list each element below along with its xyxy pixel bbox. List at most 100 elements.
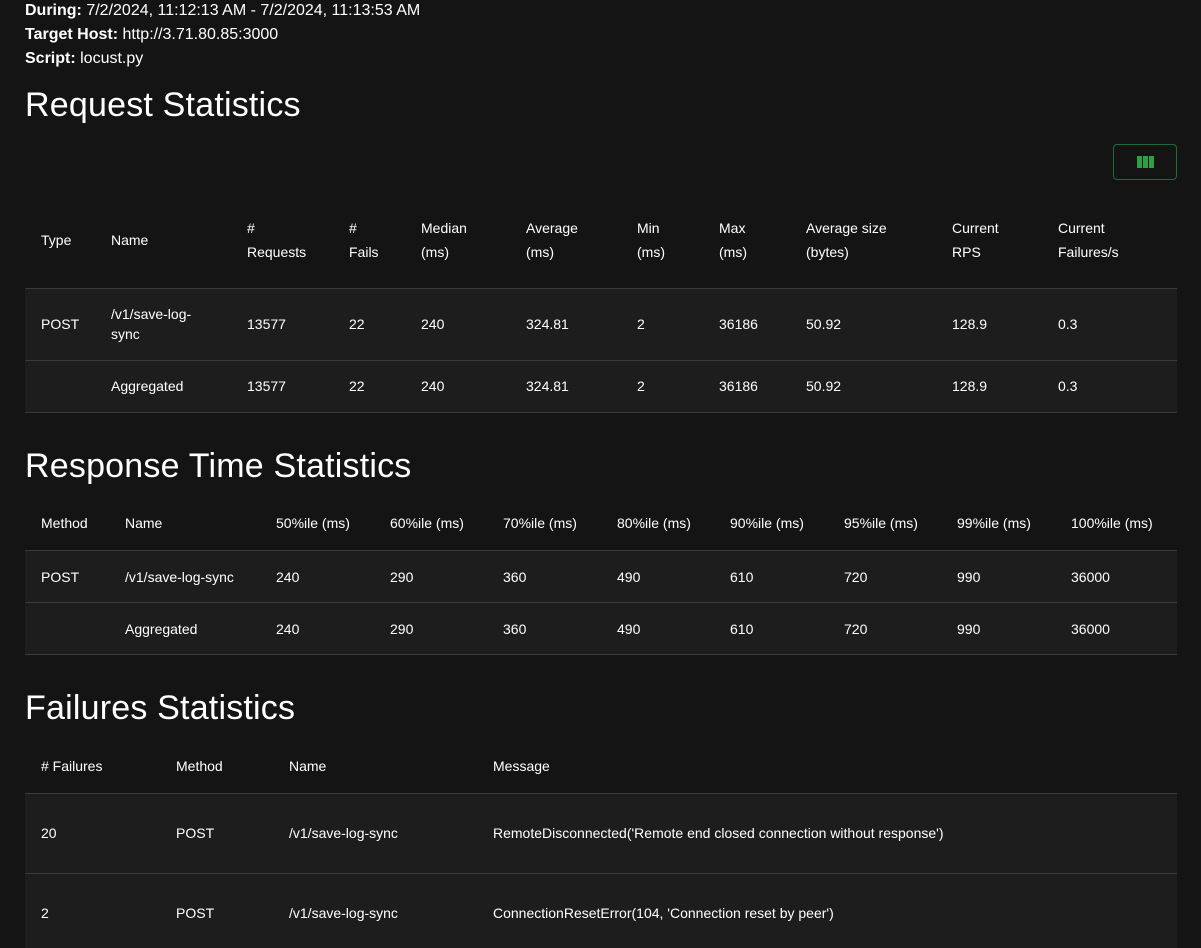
col-current-failures[interactable]: Current Failures/s	[1042, 192, 1177, 288]
cell-method: POST	[25, 550, 109, 603]
col-current-rps[interactable]: Current RPS	[936, 192, 1042, 288]
cell-current-rps: 128.9	[936, 287, 1042, 360]
table-header-row: # Failures Method Name Message	[25, 739, 1177, 793]
table-row-aggregated: Aggregated 13577 22 240 324.81 2 36186 5…	[25, 359, 1177, 413]
target-host-value: http://3.71.80.85:3000	[122, 26, 279, 43]
cell-p80: 490	[601, 550, 714, 603]
col-min[interactable]: Min (ms)	[621, 192, 703, 288]
failures-statistics-table: # Failures Method Name Message 20 POST /…	[25, 739, 1177, 948]
col-requests[interactable]: # Requests	[231, 192, 333, 288]
cell-requests: 13577	[231, 287, 333, 360]
script-label: Script:	[25, 50, 76, 67]
cell-failures: 2	[25, 872, 160, 948]
cell-current-failures: 0.3	[1042, 287, 1177, 360]
table-row-aggregated: Aggregated 240 290 360 490 610 720 990 3…	[25, 602, 1177, 655]
cell-p95: 720	[828, 602, 941, 655]
col-p99[interactable]: 99%ile (ms)	[941, 497, 1055, 551]
columns-icon	[1136, 156, 1154, 168]
cell-method: POST	[160, 872, 273, 948]
cell-failures: 20	[25, 792, 160, 873]
cell-requests: 13577	[231, 359, 333, 413]
cell-p50: 240	[260, 550, 374, 603]
cell-type: POST	[25, 287, 95, 360]
col-type[interactable]: Type	[25, 192, 95, 288]
col-p100[interactable]: 100%ile (ms)	[1055, 497, 1177, 551]
table-row: 20 POST /v1/save-log-sync RemoteDisconne…	[25, 792, 1177, 873]
col-p70[interactable]: 70%ile (ms)	[487, 497, 601, 551]
cell-method	[25, 602, 109, 655]
failures-statistics-title: Failures Statistics	[25, 689, 296, 727]
target-host-line: Target Host: http://3.71.80.85:3000	[25, 23, 1177, 47]
cell-average-size: 50.92	[790, 287, 936, 360]
table-header-row: Type Name # Requests # Fails Median (ms) Av…	[25, 192, 1177, 288]
report-page: During: 7/2/2024, 11:12:13 AM - 7/2/2024…	[0, 0, 1201, 948]
cell-name: Aggregated	[95, 359, 231, 413]
col-p60[interactable]: 60%ile (ms)	[374, 497, 487, 551]
cell-average-size: 50.92	[790, 359, 936, 413]
response-time-statistics-table: Method Name 50%ile (ms) 60%ile (ms) 70%i…	[25, 497, 1177, 655]
col-message[interactable]: Message	[477, 739, 1177, 793]
col-p95[interactable]: 95%ile (ms)	[828, 497, 941, 551]
cell-p50: 240	[260, 602, 374, 655]
cell-min: 2	[621, 359, 703, 413]
cell-p90: 610	[714, 550, 828, 603]
during-value: 7/2/2024, 11:12:13 AM - 7/2/2024, 11:13:…	[86, 2, 421, 19]
cell-name: /v1/save-log-sync	[95, 287, 231, 360]
cell-name: /v1/save-log-sync	[273, 792, 477, 873]
cell-p70: 360	[487, 602, 601, 655]
cell-p100: 36000	[1055, 602, 1177, 655]
cell-name: /v1/save-log-sync	[109, 550, 260, 603]
col-name[interactable]: Name	[109, 497, 260, 551]
col-p80[interactable]: 80%ile (ms)	[601, 497, 714, 551]
script-line: Script: locust.py	[25, 47, 1177, 71]
during-line: During: 7/2/2024, 11:12:13 AM - 7/2/2024…	[25, 0, 1177, 23]
request-statistics-title: Request Statistics	[25, 86, 301, 124]
table-row: POST /v1/save-log-sync 13577 22 240 324.…	[25, 287, 1177, 360]
cell-type	[25, 359, 95, 413]
cell-p60: 290	[374, 550, 487, 603]
cell-fails: 22	[333, 359, 405, 413]
request-statistics-table: Type Name # Requests # Fails Median (ms) Av…	[25, 192, 1177, 413]
col-name[interactable]: Name	[95, 192, 231, 288]
col-failures[interactable]: # Failures	[25, 739, 160, 793]
cell-min: 2	[621, 287, 703, 360]
col-method[interactable]: Method	[25, 497, 109, 551]
cell-p60: 290	[374, 602, 487, 655]
col-method[interactable]: Method	[160, 739, 273, 793]
cell-p90: 610	[714, 602, 828, 655]
cell-message: ConnectionResetError(104, 'Connection re…	[477, 872, 1177, 948]
col-average-size[interactable]: Average size (bytes)	[790, 192, 936, 288]
col-p90[interactable]: 90%ile (ms)	[714, 497, 828, 551]
col-average[interactable]: Average (ms)	[510, 192, 621, 288]
table-header-row: Method Name 50%ile (ms) 60%ile (ms) 70%i…	[25, 497, 1177, 551]
cell-p99: 990	[941, 550, 1055, 603]
cell-p70: 360	[487, 550, 601, 603]
cell-p100: 36000	[1055, 550, 1177, 603]
request-stats-toolbar	[25, 144, 1177, 180]
col-p50[interactable]: 50%ile (ms)	[260, 497, 374, 551]
col-max[interactable]: Max (ms)	[703, 192, 790, 288]
cell-average: 324.81	[510, 359, 621, 413]
table-row: 2 POST /v1/save-log-sync ConnectionReset…	[25, 872, 1177, 948]
script-value: locust.py	[80, 50, 144, 67]
cell-method: POST	[160, 792, 273, 873]
table-row: POST /v1/save-log-sync 240 290 360 490 6…	[25, 550, 1177, 603]
cell-message: RemoteDisconnected('Remote end closed co…	[477, 792, 1177, 873]
cell-median: 240	[405, 359, 510, 413]
cell-name: /v1/save-log-sync	[273, 872, 477, 948]
cell-p80: 490	[601, 602, 714, 655]
col-median[interactable]: Median (ms)	[405, 192, 510, 288]
col-name[interactable]: Name	[273, 739, 477, 793]
cell-p99: 990	[941, 602, 1055, 655]
during-label: During:	[25, 2, 82, 19]
column-select-button[interactable]	[1113, 144, 1177, 180]
col-fails[interactable]: # Fails	[333, 192, 405, 288]
response-time-statistics-title: Response Time Statistics	[25, 446, 412, 485]
cell-name: Aggregated	[109, 602, 260, 655]
cell-p95: 720	[828, 550, 941, 603]
cell-current-failures: 0.3	[1042, 359, 1177, 413]
cell-max: 36186	[703, 287, 790, 360]
target-host-label: Target Host:	[25, 26, 119, 43]
cell-average: 324.81	[510, 287, 621, 360]
cell-fails: 22	[333, 287, 405, 360]
